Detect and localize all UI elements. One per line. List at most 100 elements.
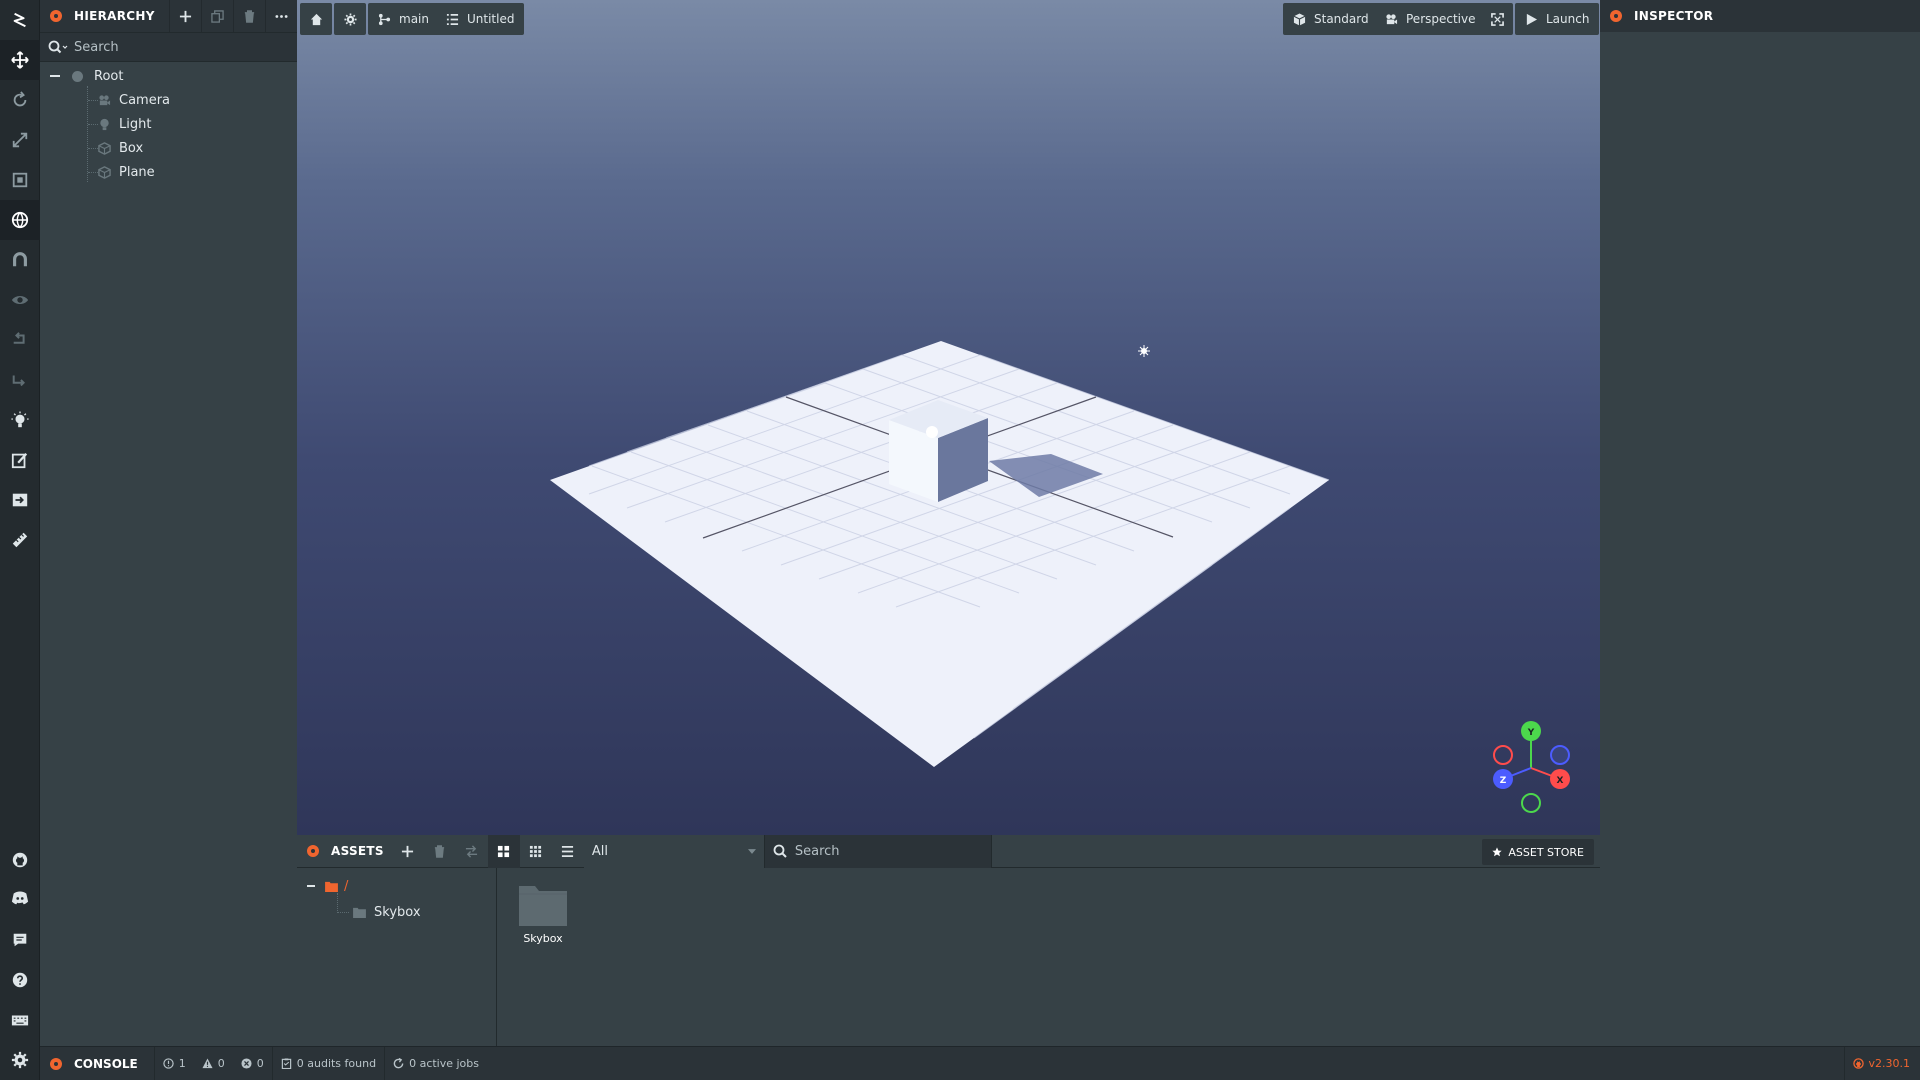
world-space-icon[interactable] [0, 200, 40, 240]
redo-icon[interactable] [0, 360, 40, 400]
scene-canvas[interactable]: Y X Z [297, 0, 1600, 835]
snap-magnet-icon[interactable] [0, 240, 40, 280]
camera-mode-button[interactable]: Perspective [1375, 3, 1486, 35]
collapse-toggle-icon[interactable] [307, 885, 315, 887]
warning-count-value: 0 [217, 1057, 225, 1070]
move-asset-button[interactable] [456, 835, 488, 868]
scale-tool-icon[interactable] [0, 120, 40, 160]
assets-header: ASSETS All ASSET STORE [297, 834, 1600, 868]
view-small-grid-button[interactable] [520, 835, 552, 868]
expand-icon [1490, 12, 1504, 26]
folder-icon [353, 907, 366, 918]
info-count[interactable]: 1 [155, 1047, 194, 1080]
svg-text:Y: Y [1527, 728, 1535, 738]
discord-icon[interactable] [0, 878, 40, 918]
chat-icon[interactable] [0, 920, 40, 960]
left-toolbar [0, 0, 40, 1080]
console-label: CONSOLE [74, 1056, 138, 1071]
orientation-gizmo[interactable]: Y X Z [1493, 721, 1570, 813]
github-icon [1852, 1058, 1864, 1069]
scene-list-button[interactable]: Untitled [436, 3, 525, 35]
tree-item-label: Plane [119, 164, 155, 180]
code-editor-icon[interactable] [0, 440, 40, 480]
help-icon[interactable] [0, 960, 40, 1000]
inspector-panel: INSPECTOR [1600, 0, 1920, 1046]
asset-item-label: Skybox [523, 932, 563, 945]
asset-type-filter[interactable]: All [583, 834, 764, 868]
tree-item-camera[interactable]: Camera [40, 88, 297, 112]
folder-skybox-item[interactable]: Skybox [353, 904, 421, 920]
camera-icon [1386, 13, 1398, 24]
light-gizmo-icon[interactable] [1138, 345, 1150, 357]
settings-button[interactable] [334, 3, 366, 35]
branch-button[interactable]: main [368, 3, 439, 35]
logo-icon[interactable] [0, 0, 40, 40]
assets-grid: Skybox [497, 868, 1600, 1046]
home-icon [310, 13, 322, 25]
asset-store-button[interactable]: ASSET STORE [1482, 839, 1594, 865]
tree-item-root[interactable]: Root [40, 64, 297, 88]
camera-gizmo-icon[interactable] [926, 426, 938, 438]
panel-collapse-icon[interactable] [307, 845, 319, 857]
play-icon [1526, 13, 1538, 25]
resize-tool-icon[interactable] [0, 160, 40, 200]
keyboard-icon[interactable] [0, 1000, 40, 1040]
home-button[interactable] [300, 3, 332, 35]
gizmo-axis-neg-z[interactable] [1550, 745, 1570, 765]
github-icon[interactable] [0, 840, 40, 880]
light-bulb-icon [100, 118, 109, 130]
inspector-title: INSPECTOR [1634, 9, 1714, 23]
add-asset-button[interactable] [392, 835, 424, 868]
folder-root-item[interactable]: / [307, 878, 348, 894]
duplicate-entity-button[interactable] [201, 0, 233, 32]
status-bar: CONSOLE 1 0 0 0 audits found 0 active jo… [40, 1046, 1920, 1080]
version-link[interactable]: v2.30.1 [1843, 1046, 1920, 1080]
delete-entity-button[interactable] [233, 0, 265, 32]
entity-icon [72, 70, 83, 82]
hierarchy-panel: HIERARCHY Root Camera [40, 0, 297, 1046]
eye-icon[interactable] [0, 280, 40, 320]
ruler-icon[interactable] [0, 520, 40, 560]
tree-item-plane[interactable]: Plane [40, 160, 297, 184]
error-icon [241, 1058, 252, 1069]
delete-asset-button[interactable] [424, 835, 456, 868]
asset-item-skybox[interactable]: Skybox [513, 884, 573, 945]
more-options-button[interactable] [265, 0, 297, 32]
folder-icon [519, 886, 567, 926]
publish-icon[interactable] [0, 480, 40, 520]
console-toggle[interactable]: CONSOLE [40, 1046, 155, 1080]
assets-title: ASSETS [331, 844, 384, 858]
settings-gear-icon[interactable] [0, 1040, 40, 1080]
gizmo-axis-neg-x[interactable] [1493, 745, 1513, 765]
tree-item-label: Light [119, 116, 152, 132]
folder-skybox-label: Skybox [374, 904, 421, 920]
add-entity-button[interactable] [169, 0, 201, 32]
tree-item-label: Box [119, 140, 144, 156]
rotate-tool-icon[interactable] [0, 80, 40, 120]
translate-tool-icon[interactable] [0, 40, 40, 80]
panel-collapse-icon[interactable] [50, 10, 62, 22]
undo-icon[interactable] [0, 320, 40, 360]
hierarchy-search-input[interactable] [74, 39, 254, 55]
launch-button[interactable]: Launch [1515, 3, 1600, 35]
view-list-button[interactable] [552, 835, 584, 868]
tree-item-light[interactable]: Light [40, 112, 297, 136]
jobs-status[interactable]: 0 active jobs [385, 1047, 487, 1080]
lightmapper-bulb-icon[interactable] [0, 400, 40, 440]
scene-viewport[interactable]: Y X Z main Untitled Standard Perspective… [297, 0, 1600, 835]
gizmo-axis-neg-y[interactable] [1521, 793, 1541, 813]
warning-count[interactable]: 0 [194, 1047, 233, 1080]
info-count-value: 1 [178, 1057, 186, 1070]
console-dot-icon [50, 1057, 62, 1070]
assets-search-input[interactable] [794, 843, 985, 859]
svg-text:Z: Z [1500, 776, 1507, 786]
fullscreen-button[interactable] [1481, 3, 1513, 35]
tree-item-box[interactable]: Box [40, 136, 297, 160]
panel-collapse-icon[interactable] [1610, 10, 1622, 22]
collapse-toggle-icon[interactable] [50, 75, 60, 77]
view-large-grid-button[interactable] [487, 834, 520, 868]
error-count[interactable]: 0 [233, 1046, 273, 1080]
audits-status[interactable]: 0 audits found [273, 1046, 386, 1080]
hierarchy-header: HIERARCHY [40, 0, 297, 32]
render-mode-button[interactable]: Standard [1283, 3, 1379, 35]
